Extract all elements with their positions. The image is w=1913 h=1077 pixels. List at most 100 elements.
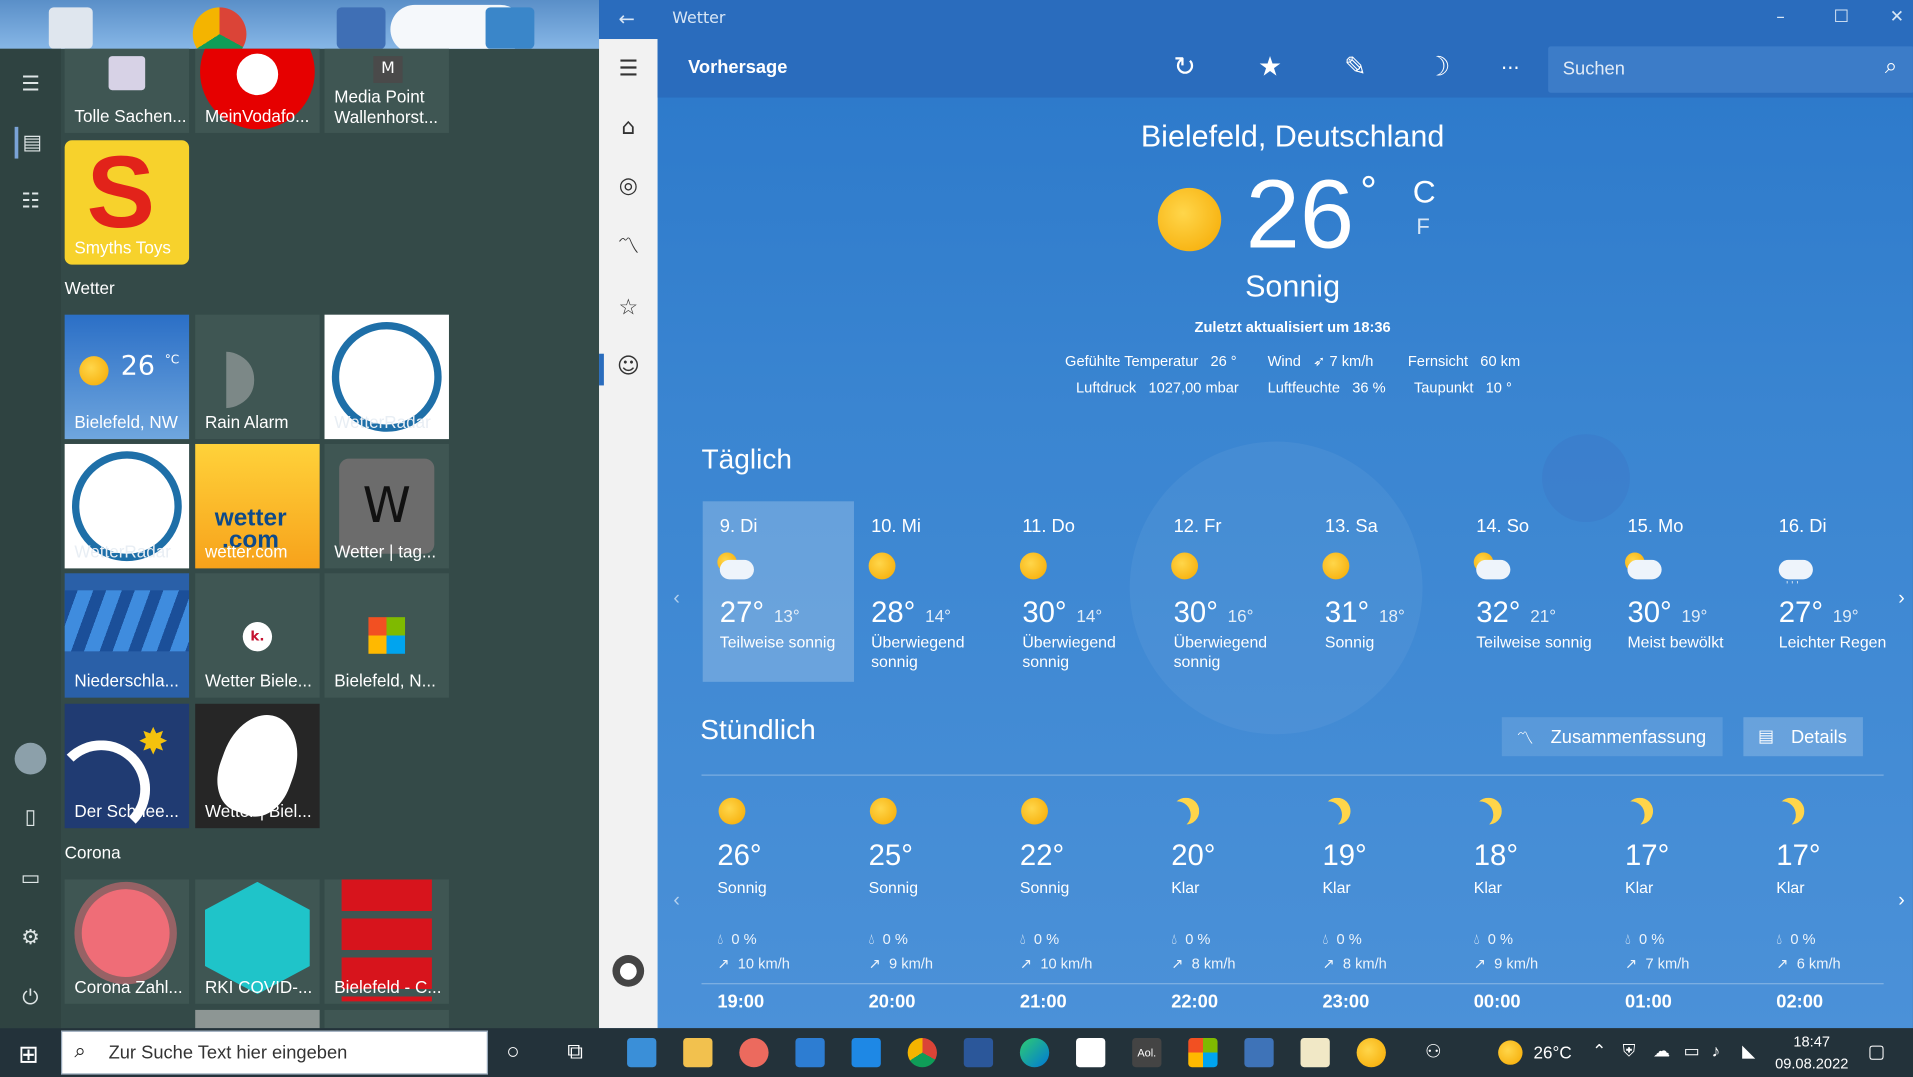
hour-column[interactable]: 26° Sonnig 💧︎ 0 % ↗ 10 km/h 19:00 [703,781,854,1025]
onedrive-icon[interactable]: ☁ [1653,1040,1670,1061]
weather-app-icon[interactable] [1356,1037,1386,1068]
pictures-icon[interactable]: ▭ [15,862,47,894]
people-icon[interactable]: ⚇ [1425,1040,1441,1063]
tile-niederschlag[interactable]: Niederschla... [64,573,190,698]
tile-corona-zahlen[interactable]: Corona Zahl... [64,879,190,1004]
favorite-star-icon[interactable]: ★ [1250,49,1289,88]
tile-schneeradar[interactable]: ✸ Der Schnee... [64,703,190,829]
tile-meinvodafone[interactable]: MeinVodafo... [195,48,320,133]
account-icon[interactable]: ● [612,955,645,987]
tile-bielefeld-corona[interactable]: Bielefeld - C... [324,879,449,1004]
notifications-icon[interactable]: ▢ [1868,1040,1885,1063]
tile-wetter-biel[interactable]: Wetter | Biel... [195,703,320,829]
taskbar-search[interactable]: ⌕ Zur Suche Text hier eingeben [60,1030,488,1075]
unit-celsius[interactable]: C [1413,173,1436,211]
daily-prev-icon[interactable]: ‹ [673,588,680,610]
edge-icon[interactable] [1019,1037,1050,1068]
more-icon[interactable]: ··· [1491,49,1530,88]
hour-column[interactable]: 19° Klar 💧︎ 0 % ↗ 8 km/h 23:00 [1308,781,1459,1025]
tile-label: Niederschla... [74,670,179,691]
file-explorer-icon[interactable] [683,1037,713,1068]
word-icon[interactable] [963,1037,994,1068]
settings-icon[interactable]: ⚙ [15,922,47,954]
hourly-prev-icon[interactable]: ‹ [673,890,680,912]
tile-wetter-tag[interactable]: W Wetter | tag... [324,443,449,569]
app-icon-5[interactable] [851,1037,881,1068]
back-arrow-icon[interactable]: ← [619,7,635,30]
tile-tolle-sachen[interactable]: Tolle Sachen... [64,48,190,133]
aol-icon[interactable]: Aol. [1132,1037,1162,1068]
store-icon[interactable] [1076,1037,1106,1068]
tile-wetter-com[interactable]: wetter .com wetter.com [195,443,320,569]
hour-column[interactable]: 22° Sonnig 💧︎ 0 % ↗ 10 km/h 21:00 [1005,781,1156,1025]
app-icon-12[interactable] [1244,1037,1274,1068]
pin-icon[interactable]: ✎ [1336,49,1375,88]
chevron-up-icon[interactable]: ⌃ [1592,1040,1606,1061]
summary-button[interactable]: 〽 Zusammenfassung [1501,717,1723,757]
taskbar-weather-icon[interactable] [1498,1040,1523,1065]
radar-icon[interactable]: ◎ [612,171,644,203]
tile-bielefeld-nw[interactable]: Bielefeld, N... [324,573,449,698]
list-icon[interactable]: ☷ [15,185,47,217]
chrome-desktop-icon[interactable] [192,7,247,49]
maximize-icon[interactable]: ☐ [1834,7,1849,27]
shield-icon[interactable]: ⛨ [1623,1040,1636,1061]
search-box[interactable]: Suchen ⌕ [1548,46,1913,93]
smiley-icon[interactable]: ☺ [612,351,644,383]
app-icon-4[interactable] [795,1037,825,1068]
app-icon-3[interactable] [739,1037,769,1068]
tiles-icon[interactable]: ▤ [14,126,47,159]
day-card[interactable]: 15. Mo 30° 19° Meist bewölkt [1610,501,1761,682]
app-icon-13[interactable] [1300,1037,1330,1068]
day-card[interactable]: 9. Di 27° 13° Teilweise sonnig [702,501,854,682]
power-icon[interactable]: ⏻ [15,982,47,1014]
windows-start-icon[interactable]: ⊞ [18,1039,38,1069]
cortana-icon[interactable]: ○ [506,1039,519,1065]
refresh-icon[interactable]: ↻ [1165,49,1204,88]
battery-icon[interactable]: ▭ [1684,1040,1700,1061]
tile-rain-alarm[interactable]: ◗ Rain Alarm [195,314,320,440]
day-card[interactable]: 13. Sa 31° 18° Sonnig [1308,501,1459,682]
tile-wetterradar[interactable]: WetterRadar [324,314,449,440]
details-button[interactable]: ▤ Details [1743,717,1863,757]
hour-column[interactable]: 17° Klar 💧︎ 0 % ↗ 7 km/h 01:00 [1610,781,1761,1025]
app-icon-1[interactable] [627,1037,657,1068]
hour-column[interactable]: 25° Sonnig 💧︎ 0 % ↗ 9 km/h 20:00 [854,781,1005,1025]
task-view-icon[interactable]: ⧉ [567,1039,583,1065]
day-card[interactable]: 11. Do 30° 14° Überwiegend sonnig [1005,501,1156,682]
tile-wetterradar-2[interactable]: WetterRadar [64,443,190,569]
hour-column[interactable]: 20° Klar 💧︎ 0 % ↗ 8 km/h 22:00 [1157,781,1308,1025]
tile-smyths[interactable]: S Smyths Toys [64,140,190,265]
clock-time[interactable]: 18:47 [1793,1033,1830,1050]
ms-store-icon[interactable] [1188,1037,1218,1068]
hour-column[interactable]: 17° Klar 💧︎ 0 % ↗ 6 km/h 02:00 [1762,781,1913,1025]
chrome-icon[interactable] [907,1037,937,1068]
hamburger-icon[interactable]: ☰ [612,54,644,86]
history-chart-icon[interactable]: 〽 [612,232,644,264]
tile-wetter-bielefeld[interactable]: k. Wetter Biele... [195,573,320,698]
dark-mode-icon[interactable]: ☽ [1419,49,1458,88]
minimize-icon[interactable]: – [1776,7,1785,27]
tile-media-point[interactable]: M Media Point Wallenhorst... [324,48,449,133]
search-icon[interactable]: ⌕ [1885,54,1897,80]
unit-fahrenheit[interactable]: F [1416,215,1429,241]
close-icon[interactable]: ✕ [1890,7,1904,27]
hamburger-icon[interactable]: ☰ [15,68,47,100]
volume-icon[interactable]: ♪ [1712,1040,1721,1060]
taskbar-weather-temp[interactable]: 26°C [1534,1043,1572,1063]
document-icon[interactable]: ▯ [15,801,47,833]
day-card[interactable]: 16. Di 27° 19° Leichter Regen ʹ ʹ ʹ [1762,501,1913,682]
network-icon[interactable]: ◣ [1742,1040,1755,1061]
day-card[interactable]: 12. Fr 30° 16° Überwiegend sonnig [1157,501,1308,682]
day-card[interactable]: 10. Mi 28° 14° Überwiegend sonnig [854,501,1005,682]
user-avatar[interactable] [14,742,47,775]
day-card[interactable]: 14. So 32° 21° Teilweise sonnig [1459,501,1610,682]
tile-rki-covid[interactable]: RKI COVID-... [195,879,320,1004]
clock-date[interactable]: 09.08.2022 [1775,1055,1848,1072]
desktop-folder-icon[interactable] [485,7,535,49]
hour-column[interactable]: 18° Klar 💧︎ 0 % ↗ 9 km/h 00:00 [1459,781,1610,1025]
recycle-bin-icon[interactable] [48,7,93,49]
desktop-app-icon[interactable] [336,7,386,49]
tile-weather-live[interactable]: 26 °C Bielefeld, NW [64,314,190,440]
hour-time: 23:00 [1322,991,1370,1013]
